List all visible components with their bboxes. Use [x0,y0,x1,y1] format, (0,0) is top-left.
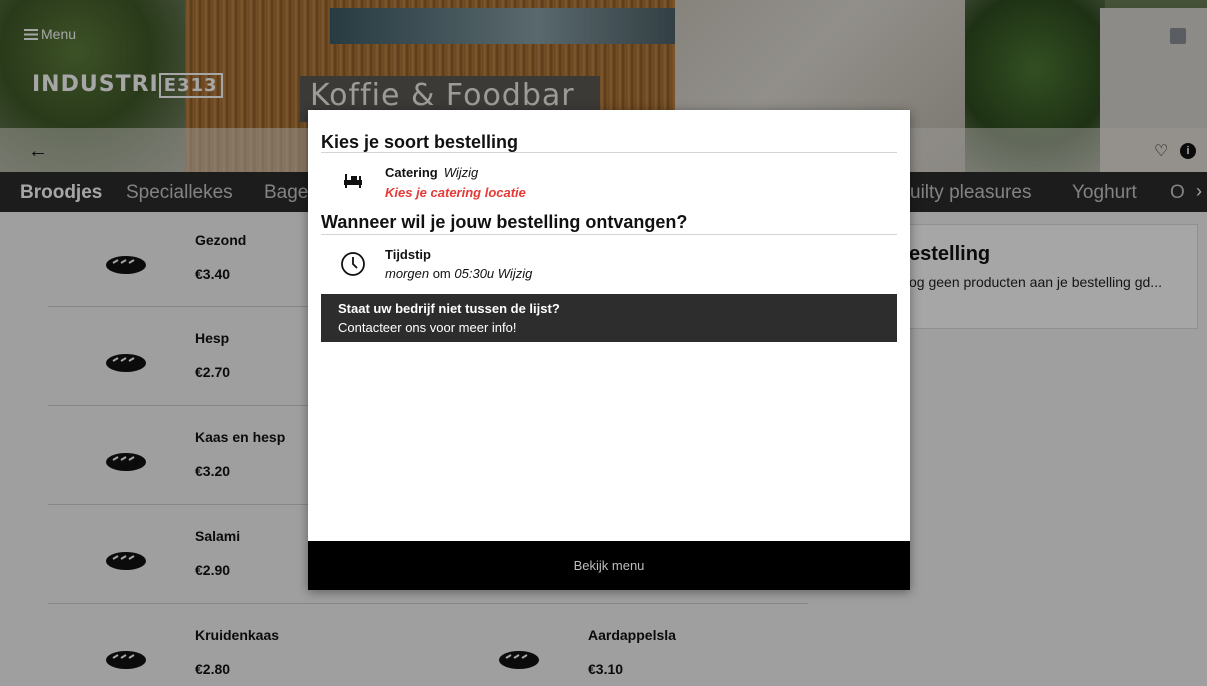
catering-location-warning[interactable]: Kies je catering locatie [385,185,526,200]
divider [321,152,897,153]
heading-delivery-time: Wanneer wil je jouw bestelling ontvangen… [321,212,688,232]
heading-order-type: Kies je soort bestelling [321,132,519,152]
notice-text: Contacteer ons voor meer info! [338,320,517,335]
notice-title: Staat uw bedrijf niet tussen de lijst? [338,301,560,316]
order-type-label: Catering [385,165,438,180]
order-type-edit-link[interactable]: Wijzig [444,165,479,180]
divider [321,234,897,235]
time-value: 05:30u [454,266,495,281]
time-row[interactable]: morgen om 05:30u Wijzig [385,266,532,281]
catering-icon [344,174,362,188]
clock-icon [341,252,365,276]
order-type-modal: Kies je soort bestelling Catering Wijzig … [308,110,910,590]
time-label: Tijdstip [385,247,431,262]
time-edit-link[interactable]: Wijzig [498,266,533,281]
view-menu-button[interactable]: Bekijk menu [308,541,910,590]
order-type-row[interactable]: Catering Wijzig [385,165,478,180]
time-day: morgen [385,266,430,281]
company-notice[interactable]: Staat uw bedrijf niet tussen de lijst? C… [321,294,897,342]
time-at: om [432,266,451,281]
